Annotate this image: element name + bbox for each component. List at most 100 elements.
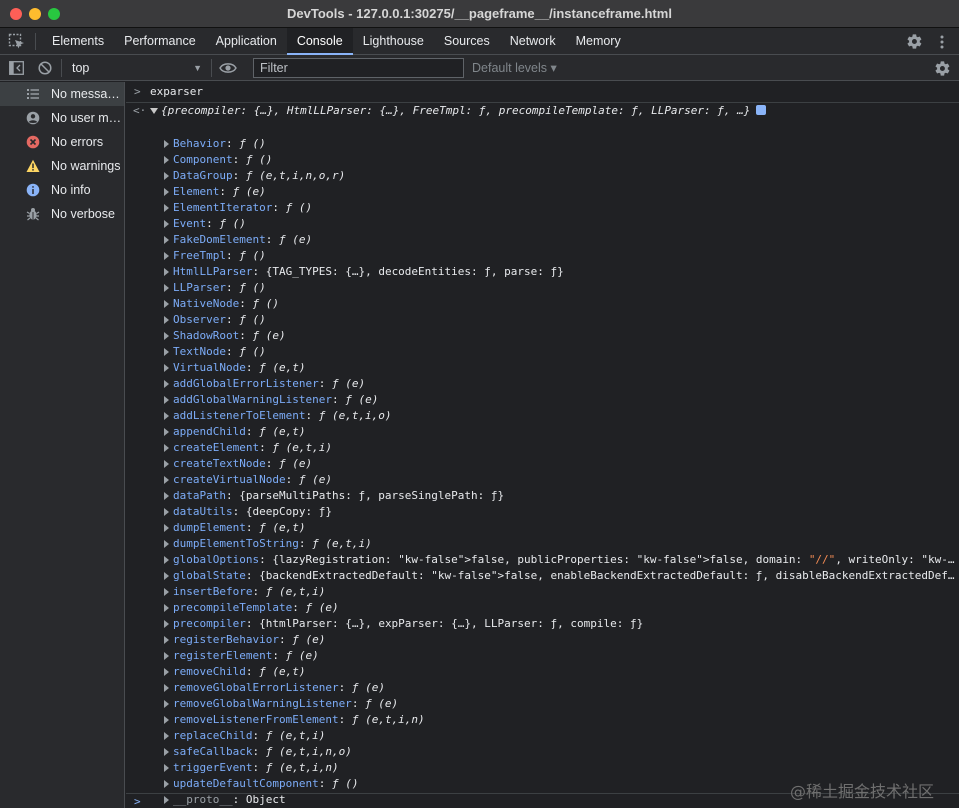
- property-row[interactable]: ShadowRoot: ƒ (e): [163, 328, 959, 344]
- expand-caret-icon[interactable]: [164, 364, 169, 372]
- property-row[interactable]: Element: ƒ (e): [163, 184, 959, 200]
- property-row[interactable]: LLParser: ƒ (): [163, 280, 959, 296]
- filter-input[interactable]: [253, 58, 464, 78]
- expand-caret-icon[interactable]: [164, 636, 169, 644]
- live-expression-eye-icon[interactable]: [219, 61, 237, 75]
- expand-caret-icon[interactable]: [164, 236, 169, 244]
- property-row[interactable]: Behavior: ƒ (): [163, 136, 959, 152]
- property-row[interactable]: safeCallback: ƒ (e,t,i,n,o): [163, 744, 959, 760]
- property-row[interactable]: globalState: {backendExtractedDefault: "…: [163, 568, 959, 584]
- expand-caret-icon[interactable]: [164, 316, 169, 324]
- expand-caret-icon[interactable]: [164, 444, 169, 452]
- sidebar-item-info[interactable]: No info: [0, 178, 124, 202]
- property-row[interactable]: createTextNode: ƒ (e): [163, 456, 959, 472]
- property-row[interactable]: TextNode: ƒ (): [163, 344, 959, 360]
- expand-caret-icon[interactable]: [164, 604, 169, 612]
- expand-caret-icon[interactable]: [164, 252, 169, 260]
- expand-caret-icon[interactable]: [164, 492, 169, 500]
- property-row[interactable]: dataPath: {parseMultiPaths: ƒ, parseSing…: [163, 488, 959, 504]
- log-levels-dropdown[interactable]: Default levels ▾: [472, 58, 557, 78]
- clear-console-icon[interactable]: [38, 61, 52, 75]
- property-row[interactable]: dumpElementToString: ƒ (e,t,i): [163, 536, 959, 552]
- tab-console[interactable]: Console: [286, 28, 353, 55]
- expand-caret-icon[interactable]: [164, 332, 169, 340]
- expand-caret-icon[interactable]: [164, 156, 169, 164]
- expand-caret-icon[interactable]: [164, 428, 169, 436]
- tab-application[interactable]: Application: [206, 28, 287, 55]
- tab-sources[interactable]: Sources: [434, 28, 500, 55]
- property-row[interactable]: dataUtils: {deepCopy: ƒ}: [163, 504, 959, 520]
- property-row[interactable]: removeGlobalWarningListener: ƒ (e): [163, 696, 959, 712]
- property-row[interactable]: DataGroup: ƒ (e,t,i,n,o,r): [163, 168, 959, 184]
- expand-caret-icon[interactable]: [164, 572, 169, 580]
- result-object[interactable]: <· {precompiler: {…}, HtmlLLParser: {…},…: [126, 104, 959, 120]
- expand-caret-icon[interactable]: [164, 652, 169, 660]
- expand-caret-icon[interactable]: [164, 204, 169, 212]
- property-row[interactable]: dumpElement: ƒ (e,t): [163, 520, 959, 536]
- property-row[interactable]: ElementIterator: ƒ (): [163, 200, 959, 216]
- expand-caret-icon[interactable]: [164, 188, 169, 196]
- expand-caret-icon[interactable]: [164, 172, 169, 180]
- property-row[interactable]: addGlobalErrorListener: ƒ (e): [163, 376, 959, 392]
- property-row[interactable]: precompileTemplate: ƒ (e): [163, 600, 959, 616]
- expand-caret-icon[interactable]: [164, 524, 169, 532]
- tab-elements[interactable]: Elements: [42, 28, 114, 55]
- expand-caret-icon[interactable]: [164, 300, 169, 308]
- more-options-kebab-icon[interactable]: [937, 34, 947, 50]
- property-row[interactable]: registerBehavior: ƒ (e): [163, 632, 959, 648]
- sidebar-item-errors[interactable]: No errors: [0, 130, 124, 154]
- property-row[interactable]: FreeTmpl: ƒ (): [163, 248, 959, 264]
- expand-caret-icon[interactable]: [164, 684, 169, 692]
- property-row[interactable]: removeGlobalErrorListener: ƒ (e): [163, 680, 959, 696]
- property-row[interactable]: registerElement: ƒ (e): [163, 648, 959, 664]
- sidebar-item-messages[interactable]: No messages: [0, 82, 124, 106]
- property-row[interactable]: removeChild: ƒ (e,t): [163, 664, 959, 680]
- expand-caret-icon[interactable]: [164, 556, 169, 564]
- property-row[interactable]: Observer: ƒ (): [163, 312, 959, 328]
- sidebar-item-user-messages[interactable]: No user me...: [0, 106, 124, 130]
- property-row[interactable]: triggerEvent: ƒ (e,t,i,n): [163, 760, 959, 776]
- sidebar-item-verbose[interactable]: No verbose: [0, 202, 124, 226]
- property-row[interactable]: insertBefore: ƒ (e,t,i): [163, 584, 959, 600]
- property-row[interactable]: precompiler: {htmlParser: {…}, expParser…: [163, 616, 959, 632]
- property-row[interactable]: VirtualNode: ƒ (e,t): [163, 360, 959, 376]
- settings-gear-icon[interactable]: [906, 33, 923, 50]
- expand-caret-icon[interactable]: [150, 108, 158, 114]
- sidebar-item-warnings[interactable]: No warnings: [0, 154, 124, 178]
- tab-memory[interactable]: Memory: [566, 28, 631, 55]
- expand-caret-icon[interactable]: [164, 268, 169, 276]
- expand-caret-icon[interactable]: [164, 732, 169, 740]
- expand-caret-icon[interactable]: [164, 380, 169, 388]
- expand-caret-icon[interactable]: [164, 508, 169, 516]
- expand-caret-icon[interactable]: [164, 668, 169, 676]
- tab-network[interactable]: Network: [500, 28, 566, 55]
- inspect-element-icon[interactable]: [8, 33, 26, 51]
- expand-caret-icon[interactable]: [164, 540, 169, 548]
- toggle-sidebar-icon[interactable]: [9, 61, 24, 75]
- expand-caret-icon[interactable]: [164, 412, 169, 420]
- expand-caret-icon[interactable]: [164, 460, 169, 468]
- expand-caret-icon[interactable]: [164, 764, 169, 772]
- tab-lighthouse[interactable]: Lighthouse: [353, 28, 434, 55]
- expand-caret-icon[interactable]: [164, 748, 169, 756]
- expand-caret-icon[interactable]: [164, 700, 169, 708]
- property-row[interactable]: FakeDomElement: ƒ (e): [163, 232, 959, 248]
- expand-caret-icon[interactable]: [164, 716, 169, 724]
- expand-caret-icon[interactable]: [164, 348, 169, 356]
- expand-caret-icon[interactable]: [164, 396, 169, 404]
- console-output[interactable]: > exparser <· {precompiler: {…}, HtmlLLP…: [126, 82, 959, 808]
- expand-caret-icon[interactable]: [164, 588, 169, 596]
- property-row[interactable]: HtmlLLParser: {TAG_TYPES: {…}, decodeEnt…: [163, 264, 959, 280]
- property-row[interactable]: createElement: ƒ (e,t,i): [163, 440, 959, 456]
- expand-caret-icon[interactable]: [164, 140, 169, 148]
- expand-caret-icon[interactable]: [164, 476, 169, 484]
- property-row[interactable]: replaceChild: ƒ (e,t,i): [163, 728, 959, 744]
- tab-performance[interactable]: Performance: [114, 28, 206, 55]
- property-row[interactable]: addGlobalWarningListener: ƒ (e): [163, 392, 959, 408]
- expand-caret-icon[interactable]: [164, 780, 169, 788]
- property-row[interactable]: removeListenerFromElement: ƒ (e,t,i,n): [163, 712, 959, 728]
- context-selector[interactable]: top ▼: [66, 58, 206, 78]
- property-row[interactable]: addListenerToElement: ƒ (e,t,i,o): [163, 408, 959, 424]
- console-settings-gear-icon[interactable]: [934, 60, 951, 77]
- property-row[interactable]: Event: ƒ (): [163, 216, 959, 232]
